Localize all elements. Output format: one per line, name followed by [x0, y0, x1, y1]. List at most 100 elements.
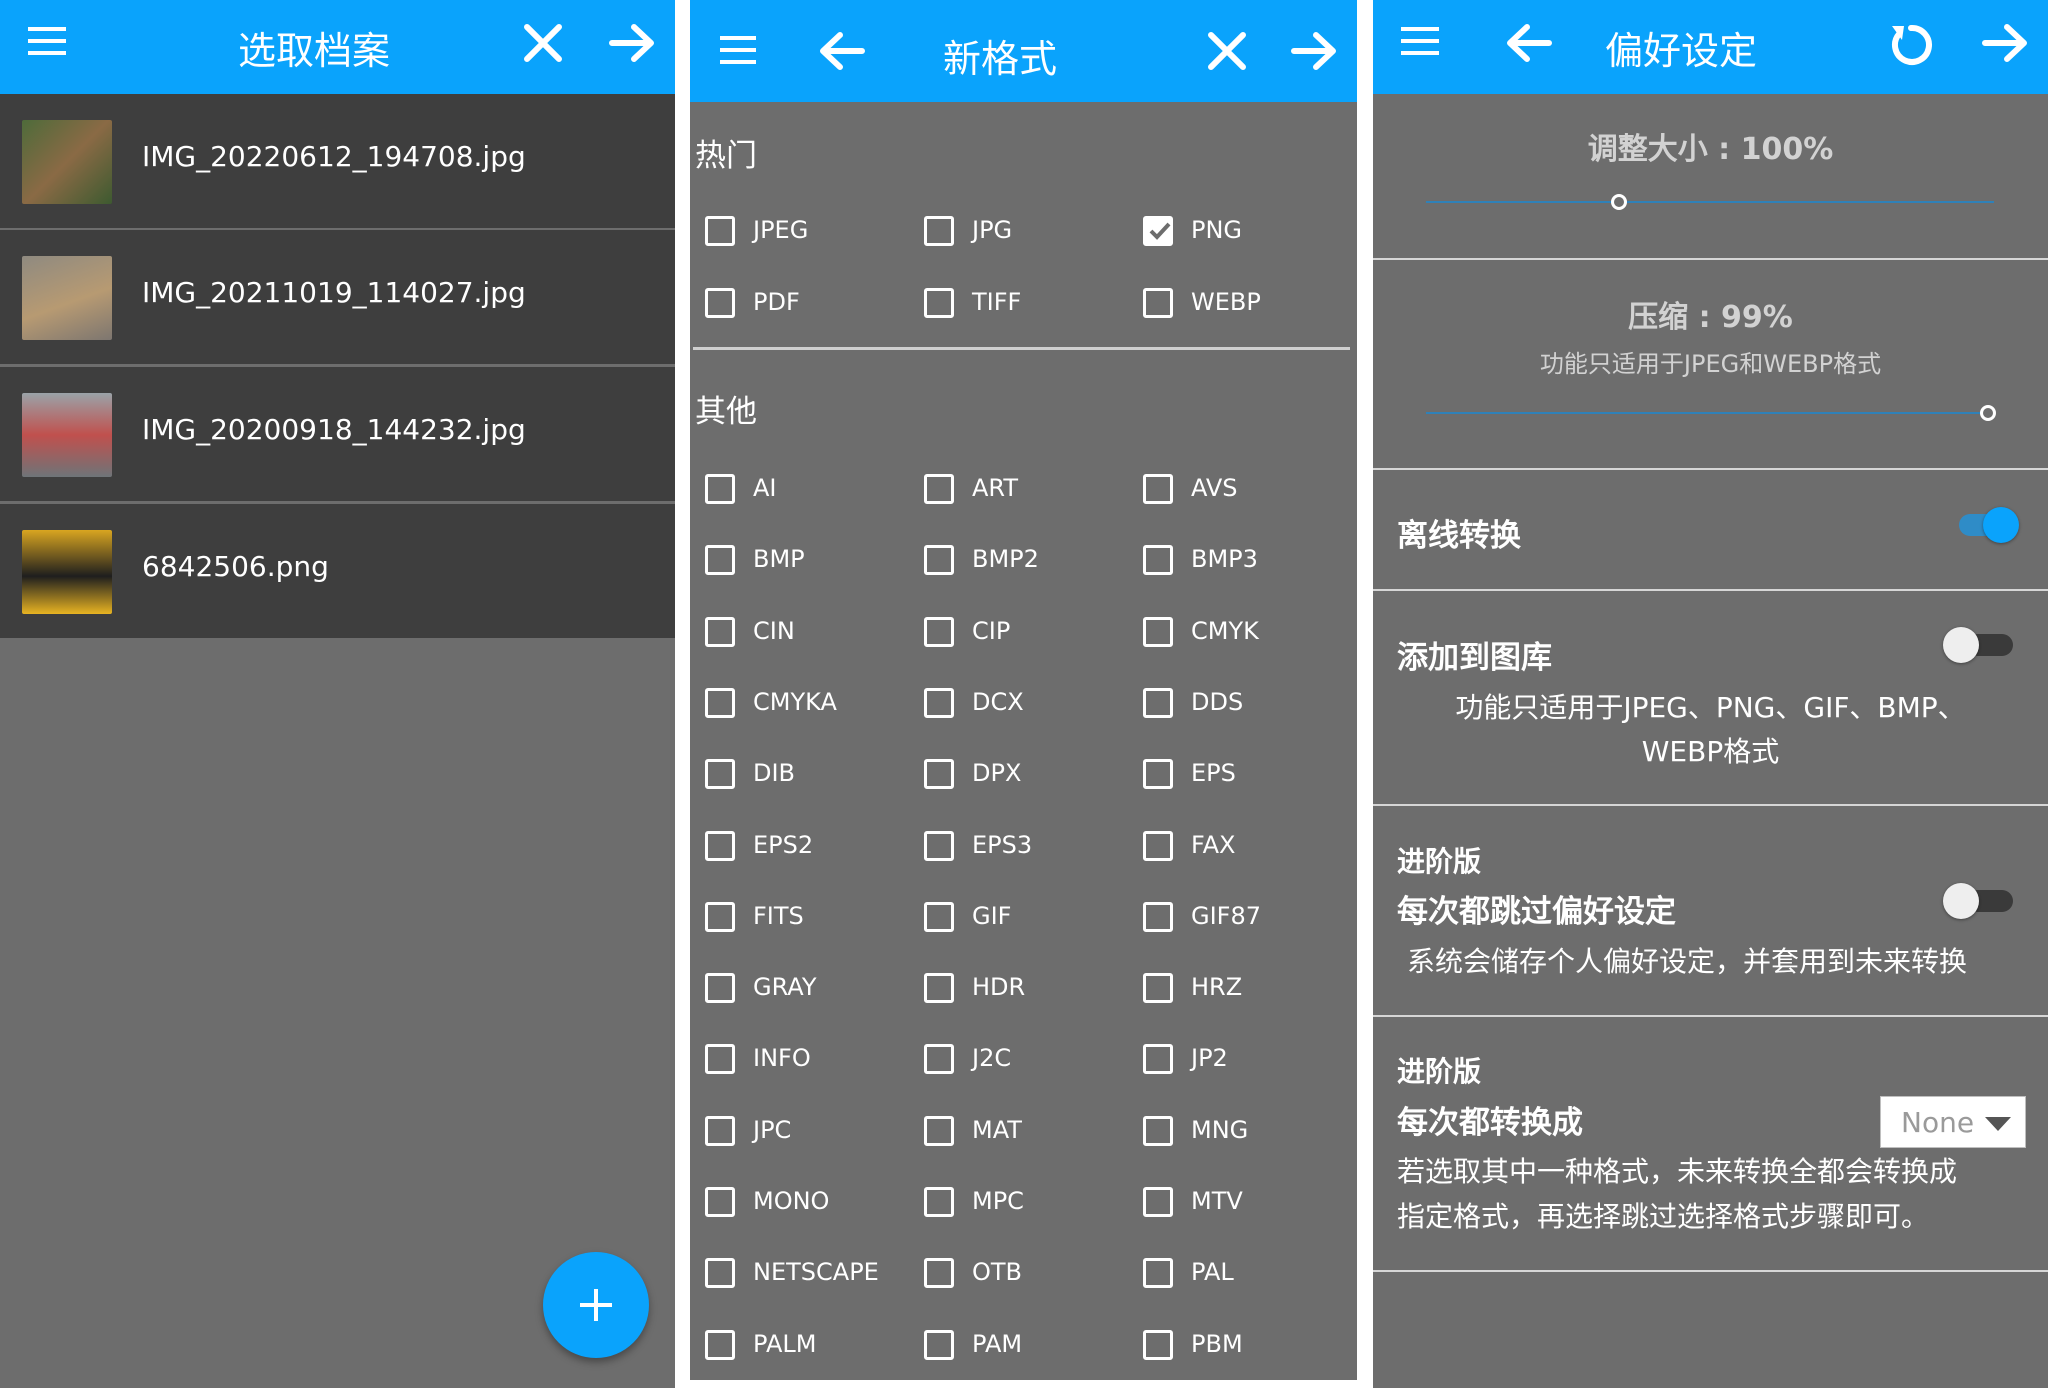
checkbox[interactable] — [924, 1044, 954, 1075]
chevron-down-icon — [1985, 1117, 2011, 1131]
always-convert-dropdown[interactable]: None — [1880, 1096, 2026, 1148]
file-thumbnail — [22, 120, 112, 204]
format-label: MPC — [972, 1187, 1024, 1215]
checkbox[interactable] — [924, 687, 954, 718]
compress-slider-thumb[interactable] — [1980, 405, 1997, 421]
offline-convert-toggle-thumb[interactable] — [1983, 507, 2019, 543]
checkbox[interactable] — [924, 216, 954, 246]
page-title: 偏好设定 — [1605, 29, 1758, 73]
gallery-note-line1: 功能只适用于JPEG、PNG、GIF、BMP、 — [1455, 691, 1966, 724]
checkbox[interactable] — [924, 1187, 954, 1217]
checkbox[interactable] — [924, 1329, 954, 1360]
checkbox[interactable] — [705, 1329, 735, 1360]
checkbox[interactable] — [705, 759, 735, 790]
format-label: MONO — [753, 1187, 830, 1215]
checkbox[interactable] — [1143, 973, 1173, 1004]
format-label: INFO — [753, 1044, 811, 1073]
checkbox[interactable] — [705, 1187, 735, 1217]
skip-preferences-toggle-thumb[interactable] — [1943, 883, 1979, 919]
format-label: PAM — [972, 1329, 1023, 1358]
format-label: MTV — [1191, 1187, 1243, 1215]
close-icon[interactable] — [522, 22, 564, 64]
checkbox[interactable] — [705, 687, 735, 718]
format-label: EPS3 — [972, 830, 1033, 859]
checkbox[interactable] — [1143, 1329, 1173, 1360]
resize-slider-thumb[interactable] — [1611, 194, 1628, 210]
arrow-left-icon[interactable] — [1503, 22, 1553, 64]
section-divider — [1373, 589, 2048, 591]
add-to-gallery-toggle-thumb[interactable] — [1943, 627, 1979, 663]
checkbox[interactable] — [705, 973, 735, 1004]
checkbox[interactable] — [1143, 287, 1173, 318]
checkbox[interactable] — [1143, 759, 1173, 790]
file-name: 6842506.png — [142, 550, 329, 583]
arrow-right-icon[interactable] — [1981, 22, 2031, 64]
skip-preferences-label: 每次都跳过偏好设定 — [1397, 894, 1676, 930]
checkbox[interactable] — [705, 830, 735, 861]
format-label: WEBP — [1191, 287, 1261, 316]
checkbox[interactable] — [1143, 687, 1173, 718]
checkbox[interactable] — [705, 1115, 735, 1146]
checkbox[interactable] — [705, 474, 735, 504]
checkbox[interactable] — [924, 1258, 954, 1289]
checkbox[interactable] — [924, 830, 954, 861]
checkbox[interactable] — [705, 216, 735, 246]
checkbox[interactable] — [1143, 830, 1173, 861]
checkbox[interactable] — [924, 616, 954, 647]
file-list-item[interactable]: 6842506.png — [0, 504, 675, 638]
format-label: FITS — [753, 901, 804, 930]
file-thumbnail — [22, 256, 112, 340]
resize-slider-track[interactable] — [1426, 201, 1994, 203]
checkbox[interactable] — [1143, 545, 1173, 576]
file-list-item[interactable]: IMG_20211019_114027.jpg — [0, 230, 675, 364]
always-convert-label: 每次都转换成 — [1397, 1105, 1583, 1141]
checkbox[interactable] — [924, 287, 954, 318]
checkbox[interactable] — [1143, 1187, 1173, 1217]
format-label: DIB — [753, 759, 796, 788]
checkbox[interactable] — [924, 474, 954, 504]
arrow-right-icon[interactable] — [608, 22, 658, 64]
compress-slider-track[interactable] — [1426, 412, 1994, 414]
preferences-topbar: 偏好设定 — [1373, 0, 2048, 94]
checkbox[interactable] — [924, 901, 954, 932]
checkbox[interactable] — [1143, 474, 1173, 504]
format-label: BMP — [753, 545, 805, 574]
checkbox[interactable] — [705, 287, 735, 318]
page-title: 选取档案 — [238, 29, 391, 73]
arrow-right-icon[interactable] — [1290, 30, 1340, 72]
format-label: GIF87 — [1191, 901, 1262, 930]
preferences-screen: 偏好设定 调整大小 : 100% 压缩 : 99% 功能只适用于JPEG和WEB… — [1373, 0, 2048, 1388]
gallery-note-line2: WEBP格式 — [1641, 735, 1780, 768]
arrow-left-icon[interactable] — [816, 30, 866, 72]
checkbox[interactable] — [705, 1258, 735, 1289]
menu-icon[interactable] — [720, 34, 760, 66]
checkbox[interactable] — [1143, 901, 1173, 932]
close-icon[interactable] — [1206, 30, 1248, 72]
menu-icon[interactable] — [1401, 25, 1441, 57]
checkbox[interactable] — [924, 1115, 954, 1146]
checkbox[interactable] — [705, 1044, 735, 1075]
checkbox[interactable] — [705, 616, 735, 647]
checkbox[interactable] — [1143, 1044, 1173, 1075]
add-file-button[interactable] — [543, 1252, 649, 1358]
popular-section-label: 热门 — [695, 138, 757, 174]
checkbox[interactable] — [924, 759, 954, 790]
reset-icon[interactable] — [1886, 20, 1936, 70]
file-name: IMG_20211019_114027.jpg — [142, 276, 526, 309]
file-list-item[interactable]: IMG_20200918_144232.jpg — [0, 367, 675, 501]
format-label: TIFF — [972, 287, 1022, 316]
checkbox[interactable] — [924, 973, 954, 1004]
checkbox[interactable] — [1143, 616, 1173, 647]
format-label: PDF — [753, 287, 800, 316]
always-convert-note-line2: 指定格式，再选择跳过选择格式步骤即可。 — [1397, 1200, 1930, 1233]
checkbox-checked[interactable] — [1143, 216, 1173, 246]
checkbox[interactable] — [924, 545, 954, 576]
checkbox[interactable] — [705, 901, 735, 932]
checkbox[interactable] — [1143, 1258, 1173, 1289]
checkbox[interactable] — [705, 545, 735, 576]
offline-convert-label: 离线转换 — [1397, 518, 1521, 554]
menu-icon[interactable] — [28, 25, 68, 57]
file-list-item[interactable]: IMG_20220612_194708.jpg — [0, 94, 675, 228]
format-label: GIF — [972, 901, 1012, 930]
checkbox[interactable] — [1143, 1115, 1173, 1146]
